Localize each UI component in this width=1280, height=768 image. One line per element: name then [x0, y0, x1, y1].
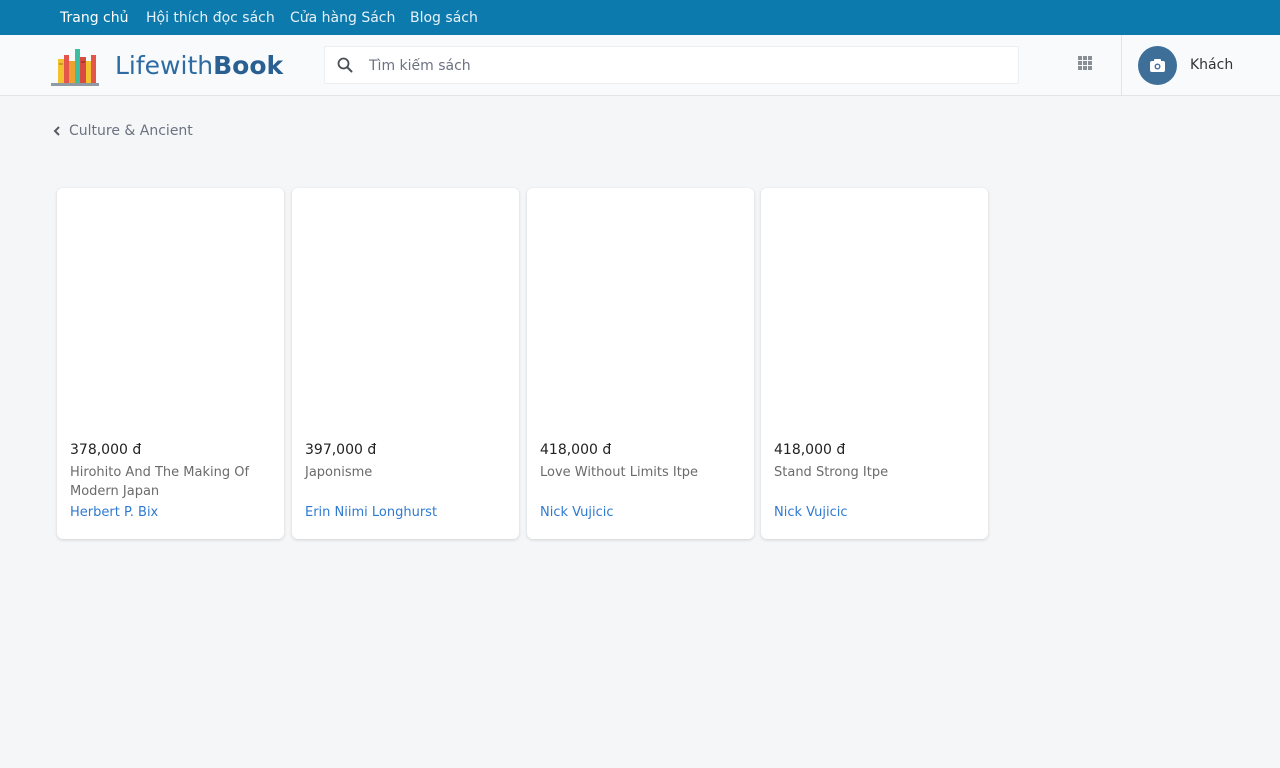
book-price: 418,000 đ	[774, 442, 846, 458]
book-author[interactable]: Erin Niimi Longhurst	[305, 504, 437, 521]
nav-link-home[interactable]: Trang chủ	[60, 9, 128, 27]
book-cover[interactable]	[292, 188, 519, 428]
book-cover[interactable]	[57, 188, 284, 428]
book-card[interactable]: 418,000 đ Love Without Limits Itpe Nick …	[527, 188, 754, 539]
search-bar	[324, 46, 1019, 84]
avatar[interactable]	[1138, 46, 1177, 85]
header-divider	[1121, 35, 1122, 96]
nav-link-bookstore[interactable]: Cửa hàng Sách	[290, 9, 395, 27]
book-author[interactable]: Nick Vujicic	[540, 504, 614, 521]
book-author[interactable]: Nick Vujicic	[774, 504, 848, 521]
account-name[interactable]: Khách	[1190, 56, 1233, 74]
book-title[interactable]: Japonisme	[305, 463, 505, 482]
book-price: 397,000 đ	[305, 442, 377, 458]
book-cover[interactable]	[761, 188, 988, 428]
book-card[interactable]: 378,000 đ Hirohito And The Making Of Mod…	[57, 188, 284, 539]
chevron-left-icon	[53, 126, 60, 136]
site-logo[interactable]: LifewithBook	[50, 44, 290, 88]
search-icon[interactable]	[337, 57, 353, 73]
breadcrumb-label[interactable]: Culture & Ancient	[69, 122, 193, 140]
book-title[interactable]: Hirohito And The Making Of Modern Japan	[70, 463, 270, 501]
book-card[interactable]: 397,000 đ Japonisme Erin Niimi Longhurst	[292, 188, 519, 539]
book-author[interactable]: Herbert P. Bix	[70, 504, 158, 521]
site-header: LifewithBook Tìm kiếm sách Khách	[0, 35, 1280, 96]
nav-link-blog[interactable]: Blog sách	[410, 9, 478, 27]
logo-text: LifewithBook	[115, 51, 284, 80]
camera-icon	[1150, 59, 1165, 72]
nav-link-book-club[interactable]: Hội thích đọc sách	[146, 9, 275, 27]
book-price: 378,000 đ	[70, 442, 142, 458]
search-input[interactable]	[367, 53, 1007, 79]
book-card[interactable]: 418,000 đ Stand Strong Itpe Nick Vujicic	[761, 188, 988, 539]
top-nav-bar: Trang chủ Hội thích đọc sách Cửa hàng Sá…	[0, 0, 1280, 35]
account-menu[interactable]: Khách	[1138, 46, 1258, 86]
bookshelf-logo-icon	[51, 49, 99, 86]
apps-grid-button[interactable]	[1076, 54, 1096, 74]
book-cover[interactable]	[527, 188, 754, 428]
book-price: 418,000 đ	[540, 442, 612, 458]
book-title[interactable]: Love Without Limits Itpe	[540, 463, 740, 482]
grid-icon	[1078, 56, 1092, 70]
book-title[interactable]: Stand Strong Itpe	[774, 463, 974, 482]
